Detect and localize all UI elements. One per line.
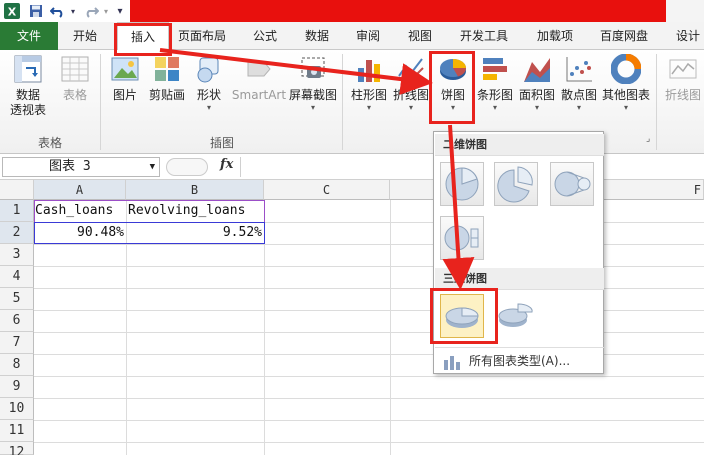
arrow-insert-to-pie <box>159 48 433 96</box>
arrow-pie-to-3d <box>442 124 475 290</box>
annotation-arrows <box>159 48 475 290</box>
